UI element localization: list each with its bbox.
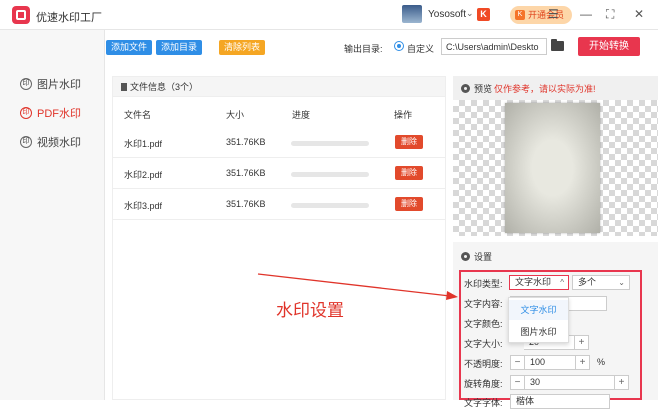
annotation-label: 水印设置: [276, 301, 344, 320]
annotation-arrow: [257, 273, 458, 300]
